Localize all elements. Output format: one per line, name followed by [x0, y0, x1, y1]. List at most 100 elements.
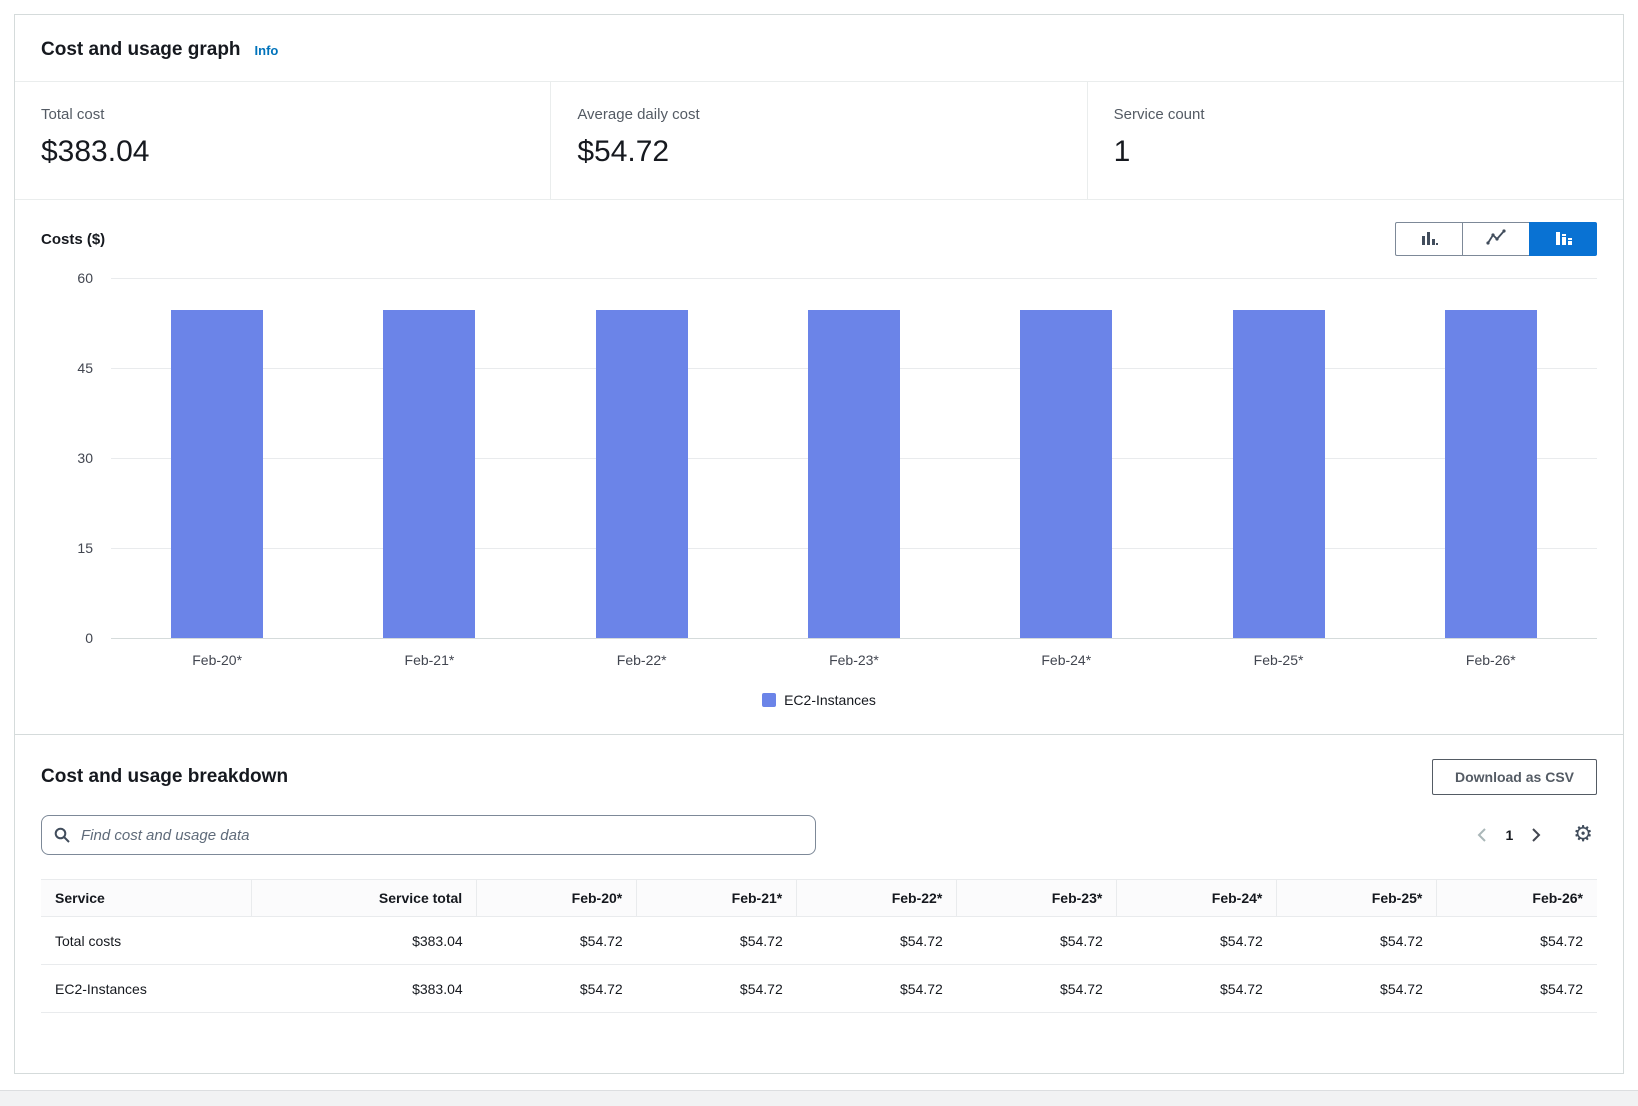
- chevron-right-icon: [1527, 827, 1543, 843]
- table-row: EC2-Instances$383.04$54.72$54.72$54.72$5…: [41, 965, 1597, 1013]
- gridline: [111, 638, 1597, 639]
- x-tick-label: Feb-20*: [111, 652, 323, 668]
- chart-type-toggle-group: [1395, 222, 1597, 256]
- stat-total-cost: Total cost $383.04: [15, 82, 550, 199]
- search-box[interactable]: [41, 815, 816, 855]
- current-page-number: 1: [1497, 827, 1521, 843]
- stacked-bar-chart-icon: [1552, 227, 1574, 252]
- table-cell: $383.04: [251, 965, 477, 1013]
- stat-average-daily-cost: Average daily cost $54.72: [550, 82, 1086, 199]
- bar[interactable]: [596, 310, 688, 638]
- table-cell-service: EC2-Instances: [41, 965, 251, 1013]
- table-cell: $54.72: [1437, 917, 1597, 965]
- table-cell: $54.72: [637, 917, 797, 965]
- table-cell: $54.72: [797, 965, 957, 1013]
- table-header-cell: Feb-26*: [1437, 880, 1597, 917]
- table-cell: $54.72: [477, 965, 637, 1013]
- download-csv-button[interactable]: Download as CSV: [1432, 759, 1597, 795]
- bar[interactable]: [808, 310, 900, 638]
- stat-label: Total cost: [41, 106, 524, 123]
- stat-label: Average daily cost: [577, 106, 1060, 123]
- chart-header: Costs ($): [41, 222, 1597, 256]
- x-tick-label: Feb-26*: [1385, 652, 1597, 668]
- y-axis: 604530150: [41, 278, 111, 638]
- table-cell: $54.72: [1117, 965, 1277, 1013]
- bar-cell: [1172, 278, 1384, 638]
- table-cell: $54.72: [1437, 965, 1597, 1013]
- legend: EC2-Instances: [41, 692, 1597, 708]
- x-axis: Feb-20*Feb-21*Feb-22*Feb-23*Feb-24*Feb-2…: [111, 652, 1597, 668]
- legend-label: EC2-Instances: [784, 692, 876, 708]
- next-page-button[interactable]: [1521, 823, 1549, 847]
- bar[interactable]: [1233, 310, 1325, 638]
- summary-stats: Total cost $383.04 Average daily cost $5…: [15, 82, 1623, 200]
- bar[interactable]: [383, 310, 475, 638]
- chart-type-stacked-bar-button[interactable]: [1529, 222, 1597, 256]
- table-body: Total costs$383.04$54.72$54.72$54.72$54.…: [41, 917, 1597, 1013]
- breakdown-title: Cost and usage breakdown: [41, 766, 288, 788]
- breakdown-header: Cost and usage breakdown Download as CSV: [41, 759, 1597, 795]
- table-header-cell: Service: [41, 880, 251, 917]
- chevron-left-icon: [1475, 827, 1491, 843]
- stat-value: $54.72: [577, 133, 1060, 171]
- table-cell: $54.72: [957, 917, 1117, 965]
- chart-section: Costs ($): [15, 200, 1623, 735]
- cost-usage-card: Cost and usage graph Info Total cost $38…: [14, 14, 1624, 1074]
- x-tick-label: Feb-25*: [1172, 652, 1384, 668]
- bar-chart-icon: [1418, 227, 1440, 252]
- x-tick-label: Feb-22*: [536, 652, 748, 668]
- table-header-row: ServiceService totalFeb-20*Feb-21*Feb-22…: [41, 880, 1597, 917]
- table-cell: $54.72: [957, 965, 1117, 1013]
- breakdown-controls: 1 ⚙: [41, 815, 1597, 855]
- stat-value: $383.04: [41, 133, 524, 171]
- bar[interactable]: [1020, 310, 1112, 638]
- bar-cell: [1385, 278, 1597, 638]
- table-cell: $54.72: [797, 917, 957, 965]
- table-header-cell: Feb-21*: [637, 880, 797, 917]
- plot-area: [111, 278, 1597, 638]
- table-header-cell: Service total: [251, 880, 477, 917]
- table-header-cell: Feb-23*: [957, 880, 1117, 917]
- breakdown-table: ServiceService totalFeb-20*Feb-21*Feb-22…: [41, 879, 1597, 1013]
- card-header: Cost and usage graph Info: [15, 15, 1623, 82]
- table-cell: $54.72: [1277, 965, 1437, 1013]
- y-tick-label: 0: [85, 630, 93, 646]
- pagination: 1 ⚙: [1469, 822, 1597, 848]
- x-tick-label: Feb-21*: [323, 652, 535, 668]
- table-cell: $54.72: [1117, 917, 1277, 965]
- bar-cell: [536, 278, 748, 638]
- y-tick-label: 45: [77, 360, 93, 376]
- y-tick-label: 15: [77, 540, 93, 556]
- search-input[interactable]: [79, 826, 803, 845]
- bar-cell: [111, 278, 323, 638]
- chart-type-line-button[interactable]: [1462, 222, 1530, 256]
- search-icon: [54, 827, 70, 843]
- stat-label: Service count: [1114, 106, 1597, 123]
- table-header-cell: Feb-25*: [1277, 880, 1437, 917]
- bar-cell: [748, 278, 960, 638]
- table-header-cell: Feb-22*: [797, 880, 957, 917]
- previous-page-button[interactable]: [1469, 823, 1497, 847]
- info-link[interactable]: Info: [255, 43, 279, 58]
- x-tick-label: Feb-23*: [748, 652, 960, 668]
- chart-type-bar-button[interactable]: [1395, 222, 1463, 256]
- table-row: Total costs$383.04$54.72$54.72$54.72$54.…: [41, 917, 1597, 965]
- stat-value: 1: [1114, 133, 1597, 171]
- line-chart-icon: [1485, 227, 1507, 252]
- bottom-gutter: [0, 1090, 1638, 1106]
- gear-icon: ⚙: [1573, 822, 1593, 847]
- table-cell: $383.04: [251, 917, 477, 965]
- y-tick-label: 30: [77, 450, 93, 466]
- legend-swatch: [762, 693, 776, 707]
- settings-button[interactable]: ⚙: [1569, 822, 1597, 848]
- table-header-cell: Feb-20*: [477, 880, 637, 917]
- table-cell-service: Total costs: [41, 917, 251, 965]
- table-cell: $54.72: [477, 917, 637, 965]
- bars: [111, 278, 1597, 638]
- stat-service-count: Service count 1: [1087, 82, 1623, 199]
- bar[interactable]: [171, 310, 263, 638]
- bar[interactable]: [1445, 310, 1537, 638]
- bar-cell: [960, 278, 1172, 638]
- x-tick-label: Feb-24*: [960, 652, 1172, 668]
- breakdown-section: Cost and usage breakdown Download as CSV: [15, 735, 1623, 1073]
